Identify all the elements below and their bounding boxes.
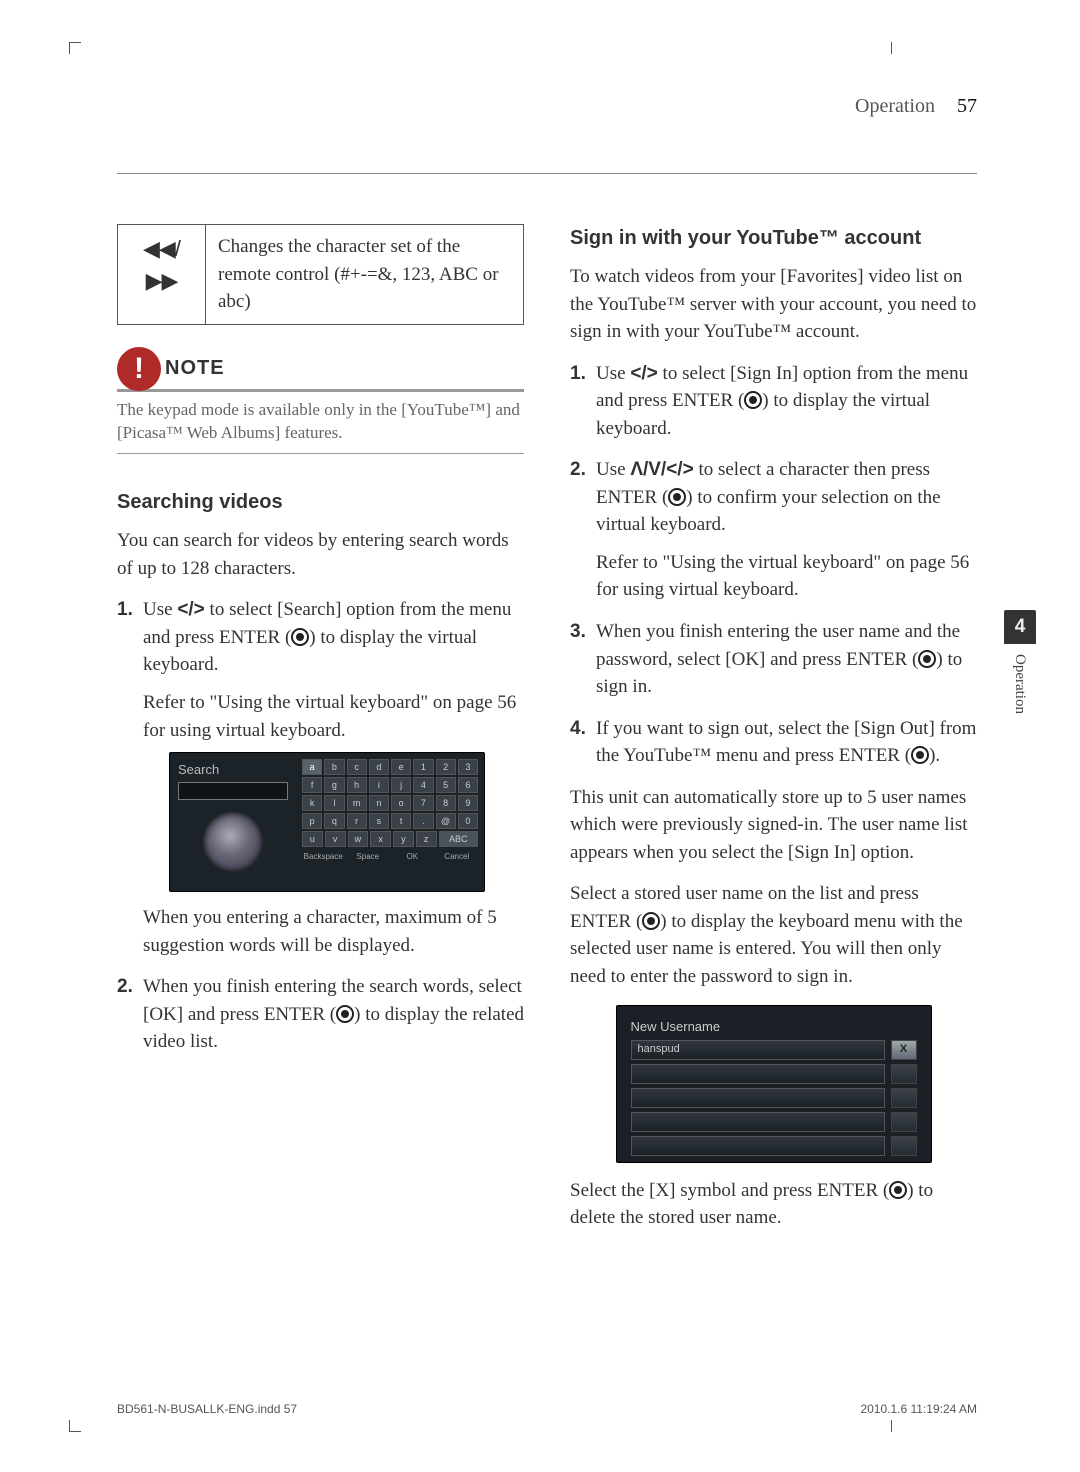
left-column: ◀◀/▶▶ Changes the character set of the r… [117, 224, 524, 1246]
enter-icon [889, 1181, 907, 1199]
screenshot-input [178, 782, 288, 800]
enter-icon [336, 1005, 354, 1023]
divider [117, 453, 524, 454]
footer-filename: BD561-N-BUSALLK-ENG.indd 57 [117, 1402, 297, 1416]
charset-description: Changes the character set of the remote … [206, 225, 524, 325]
username-list-screenshot: New Username hanspud X [616, 1005, 932, 1163]
step-1-reference: Refer to "Using the virtual keyboard" on… [143, 689, 524, 744]
screenshot-new-username: New Username [631, 1018, 917, 1037]
delete-user-text: Select the [X] symbol and press ENTER ()… [570, 1177, 977, 1232]
signin-step-2-reference: Refer to "Using the virtual keyboard" on… [596, 549, 977, 604]
enter-icon [291, 628, 309, 646]
disc-icon [203, 812, 263, 872]
delete-x-button [891, 1088, 917, 1108]
enter-icon [911, 746, 929, 764]
step-1: 1. Use </> to select [Search] option fro… [117, 596, 524, 959]
screenshot-search-label: Search [178, 761, 288, 780]
stored-user-text: Select a stored user name on the list an… [570, 880, 977, 990]
step-2: 2. When you finish entering the search w… [117, 973, 524, 1056]
crop-mark [69, 1420, 81, 1432]
chapter-label: Operation [1011, 644, 1028, 714]
signin-step-3: 3. When you finish entering the user nam… [570, 618, 977, 701]
crop-mark [891, 42, 892, 54]
crop-mark [69, 42, 81, 54]
page-header: Operation 57 [117, 95, 977, 118]
search-intro: You can search for videos by entering se… [117, 527, 524, 582]
heading-sign-in: Sign in with your YouTube™ account [570, 224, 977, 253]
charset-table: ◀◀/▶▶ Changes the character set of the r… [117, 224, 524, 325]
delete-x-button [891, 1112, 917, 1132]
note-alert-icon: ! [117, 347, 161, 391]
username-slot: hanspud [631, 1040, 885, 1060]
footer-timestamp: 2010.1.6 11:19:24 AM [860, 1402, 977, 1416]
username-slot [631, 1112, 885, 1132]
heading-searching-videos: Searching videos [117, 488, 524, 517]
side-chapter-tab: 4 Operation [1004, 610, 1036, 766]
left-right-nav-icon: </> [630, 363, 657, 384]
header-section: Operation [855, 95, 935, 118]
note-title: NOTE [165, 354, 225, 383]
rewind-forward-icon: ◀◀/▶▶ [118, 225, 206, 325]
note-header: ! NOTE [117, 347, 524, 391]
screenshot-caption: When you entering a character, maximum o… [143, 904, 524, 959]
dpad-nav-icon: Λ/V/</> [630, 459, 693, 480]
delete-x-button [891, 1136, 917, 1156]
left-right-nav-icon: </> [177, 599, 204, 620]
signin-step-2: 2. Use Λ/V/</> to select a character the… [570, 456, 977, 604]
enter-icon [744, 391, 762, 409]
delete-x-button [891, 1064, 917, 1084]
crop-mark [891, 1420, 892, 1432]
username-slot [631, 1064, 885, 1084]
enter-icon [918, 650, 936, 668]
auto-store-text: This unit can automatically store up to … [570, 784, 977, 867]
enter-icon [668, 488, 686, 506]
note-body: The keypad mode is available only in the… [117, 392, 524, 454]
header-page-number: 57 [957, 95, 977, 118]
right-column: Sign in with your YouTube™ account To wa… [570, 224, 977, 1246]
signin-step-1: 1. Use </> to select [Sign In] option fr… [570, 360, 977, 443]
username-slot [631, 1088, 885, 1108]
signin-step-4: 4. If you want to sign out, select the [… [570, 715, 977, 770]
page-footer: BD561-N-BUSALLK-ENG.indd 57 2010.1.6 11:… [117, 1402, 977, 1416]
username-slot [631, 1136, 885, 1156]
chapter-number: 4 [1004, 610, 1036, 644]
enter-icon [642, 912, 660, 930]
delete-x-button: X [891, 1040, 917, 1060]
virtual-keyboard-screenshot: Search abcde123 fghij456 klmno789 pqrst.… [169, 752, 485, 892]
signin-intro: To watch videos from your [Favorites] vi… [570, 263, 977, 346]
